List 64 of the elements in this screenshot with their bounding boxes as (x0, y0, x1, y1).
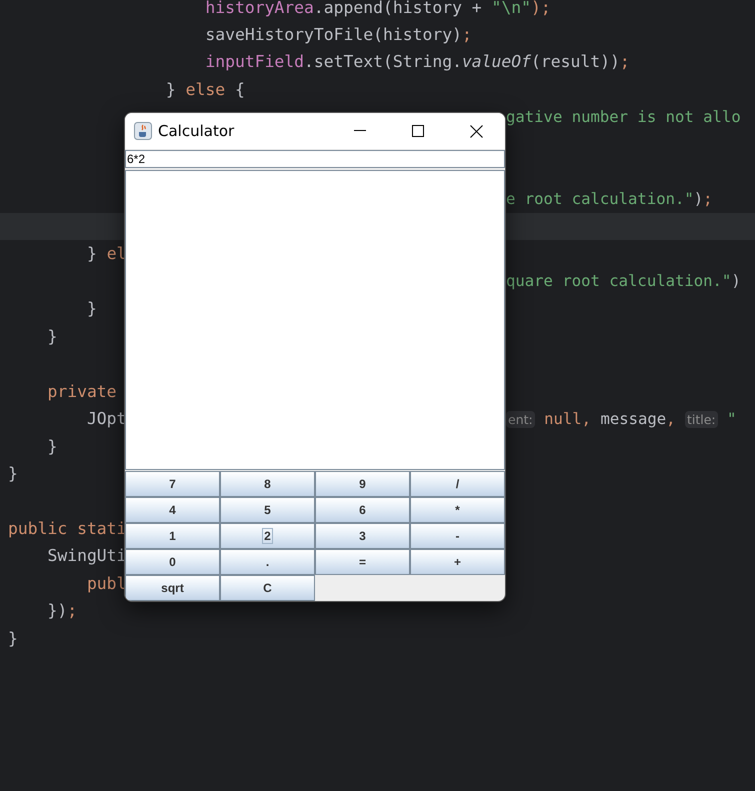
code-text: } (86, 299, 97, 318)
calculator-button[interactable]: = (315, 549, 410, 575)
code-text: } (164, 80, 177, 99)
code-field: historyArea (8, 0, 314, 17)
calculator-button[interactable]: 0 (125, 549, 220, 575)
code-keyword: ; (703, 190, 713, 208)
parameter-hint: ent: (506, 410, 535, 428)
calculator-button[interactable]: * (410, 497, 505, 523)
calculator-button[interactable]: 4 (125, 497, 220, 523)
input-field[interactable]: 6*2 (125, 150, 505, 168)
code-keyword: publ (86, 574, 126, 593)
code-keyword: public stati (8, 518, 126, 538)
code-text: .append(history + (314, 0, 483, 17)
code-text: } (8, 464, 18, 483)
code-text: } (46, 326, 58, 346)
parameter-hint: title: (684, 410, 718, 428)
code-string: quare root calculation." (506, 272, 732, 290)
code-keyword: el (106, 244, 126, 264)
minimize-icon[interactable] (354, 130, 366, 132)
calculator-button[interactable]: + (410, 549, 505, 575)
code-string: gative number is not allo (506, 108, 741, 126)
code-keyword: else (186, 80, 226, 99)
calculator-button[interactable]: 8 (220, 471, 315, 497)
calculator-button[interactable]: 3 (315, 523, 410, 549)
calculator-button[interactable]: . (220, 549, 315, 575)
code-text: { (234, 80, 245, 99)
code-keyword: ; (462, 24, 472, 44)
code-keyword: , (666, 410, 677, 428)
calculator-button[interactable]: sqrt (125, 575, 220, 601)
code-keyword: null, (543, 410, 592, 428)
code-text: } (8, 628, 18, 648)
calculator-button[interactable]: 2 (220, 523, 315, 549)
maximize-icon[interactable] (412, 125, 424, 137)
calculator-button[interactable]: 5 (220, 497, 315, 523)
calculator-button[interactable]: 1 (125, 523, 220, 549)
code-text: } (86, 244, 98, 264)
window-title: Calculator (158, 122, 236, 140)
code-string: " (726, 410, 736, 428)
code-keyword: private (46, 382, 117, 401)
code-text: saveHistoryToFile(history) (204, 24, 462, 44)
code-text: .setText(String. (304, 52, 462, 72)
code-text: message (600, 410, 666, 428)
calculator-button[interactable]: 9 (315, 471, 410, 497)
code-method: valueOf (462, 52, 532, 72)
code-keyword: ; (67, 601, 78, 620)
code-text: SwingUti (46, 546, 126, 566)
code-keyword: ; (620, 52, 630, 72)
code-text: ) (731, 272, 741, 290)
code-text: ) (694, 190, 704, 208)
code-field: inputField (8, 52, 304, 72)
code-text: } (46, 436, 58, 456)
code-text: JOpt (86, 409, 126, 428)
calculator-button[interactable]: 7 (125, 471, 220, 497)
close-icon[interactable] (470, 124, 482, 138)
calculator-button[interactable]: / (410, 471, 505, 497)
calculator-button[interactable]: - (410, 523, 505, 549)
code-text: }) (46, 601, 68, 620)
code-text: (result)) (531, 52, 620, 72)
code-string: "\n" (492, 0, 532, 17)
code-keyword: ); (531, 0, 551, 17)
code-string: e root calculation." (506, 190, 694, 208)
calculator-button[interactable]: C (220, 575, 315, 601)
calculator-button[interactable]: 6 (315, 497, 410, 523)
coffee-cup-icon (134, 122, 152, 140)
